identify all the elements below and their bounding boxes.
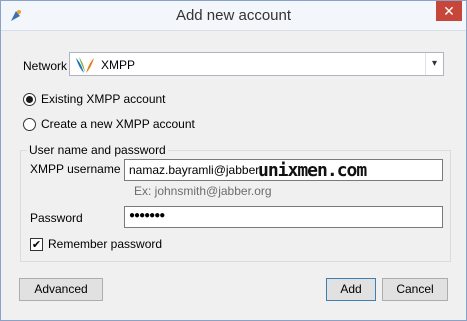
add-account-dialog: Add new account ✕ Network XMPP ▾ Existin… [0, 0, 467, 321]
checkmark-icon: ✔ [31, 239, 42, 251]
close-icon: ✕ [443, 3, 455, 19]
credentials-group-title: User name and password [27, 143, 168, 157]
remember-password-label: Remember password [48, 237, 163, 251]
window-title: Add new account [175, 7, 292, 24]
xmpp-logo-icon [76, 57, 94, 73]
remember-password-checkbox[interactable]: ✔ [30, 238, 43, 251]
close-button[interactable]: ✕ [436, 1, 462, 21]
username-label: XMPP username [30, 162, 121, 176]
network-label: Network [23, 59, 68, 73]
username-hint: Ex: johnsmith@jabber.org [134, 184, 272, 198]
title-bar: Add new account ✕ [1, 1, 466, 31]
credentials-group: User name and password XMPP username nam… [20, 143, 451, 262]
dialog-body: Network XMPP ▾ Existing XMPP account Cre… [8, 32, 459, 314]
watermark-text: unixmen.com [258, 160, 367, 181]
password-label: Password [30, 211, 83, 225]
network-value: XMPP [101, 58, 136, 72]
advanced-button[interactable]: Advanced [19, 278, 103, 301]
existing-account-label: Existing XMPP account [41, 92, 166, 106]
password-input[interactable]: ●●●●●●● [124, 206, 443, 228]
new-account-label: Create a new XMPP account [41, 117, 195, 131]
add-button[interactable]: Add [326, 278, 376, 301]
new-account-radio[interactable] [23, 118, 36, 131]
cancel-button[interactable]: Cancel [382, 278, 448, 301]
network-select[interactable]: XMPP ▾ [69, 52, 444, 76]
existing-account-radio[interactable] [23, 93, 36, 106]
chevron-down-icon[interactable]: ▾ [425, 53, 443, 75]
